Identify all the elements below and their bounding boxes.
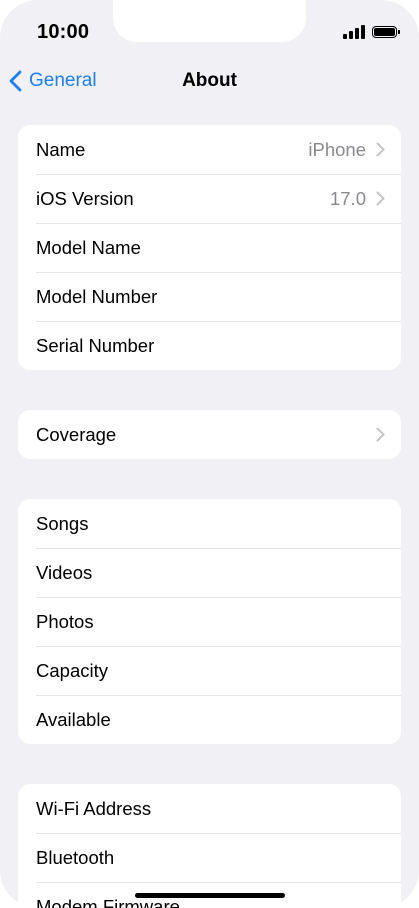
row-label: Model Name (36, 236, 141, 258)
navigation-bar: General About (0, 62, 419, 100)
row-label: Capacity (36, 659, 108, 681)
status-icons (343, 25, 400, 39)
status-time: 10:00 (37, 21, 90, 43)
row-label: Bluetooth (36, 846, 115, 868)
row-label: Photos (36, 610, 94, 632)
row-videos[interactable]: Videos (18, 548, 401, 597)
device-info-group: Name iPhone iOS Version 17.0 Model Name … (18, 125, 401, 370)
row-label: iOS Version (36, 187, 134, 209)
row-wifi-address[interactable]: Wi-Fi Address (18, 784, 401, 833)
chevron-right-icon (376, 142, 385, 157)
row-model-name[interactable]: Model Name (18, 223, 401, 272)
phone-screen: 10:00 General About Name iPhone iOS Vers… (0, 0, 419, 908)
row-photos[interactable]: Photos (18, 597, 401, 646)
row-label: Model Number (36, 285, 158, 307)
row-value: iPhone (308, 138, 366, 160)
row-label: Name (36, 138, 86, 160)
chevron-right-icon (376, 191, 385, 206)
row-bluetooth[interactable]: Bluetooth (18, 833, 401, 882)
row-label: Available (36, 708, 111, 730)
row-label: Songs (36, 512, 89, 534)
notch (113, 0, 306, 42)
row-serial-number[interactable]: Serial Number (18, 321, 401, 370)
coverage-group: Coverage (18, 410, 401, 459)
row-coverage[interactable]: Coverage (18, 410, 401, 459)
row-value: 17.0 (329, 187, 366, 209)
row-model-number[interactable]: Model Number (18, 272, 401, 321)
row-label: Videos (36, 561, 93, 583)
row-name[interactable]: Name iPhone (18, 125, 401, 174)
row-label: Wi-Fi Address (36, 797, 152, 819)
storage-group: Songs Videos Photos Capacity Available (18, 499, 401, 744)
row-ios-version[interactable]: iOS Version 17.0 (18, 174, 401, 223)
row-label: Coverage (36, 423, 117, 445)
home-indicator[interactable] (135, 893, 285, 898)
cellular-signal-icon (343, 25, 365, 39)
chevron-right-icon (376, 427, 385, 442)
network-group: Wi-Fi Address Bluetooth Modem Firmware (18, 784, 401, 908)
row-songs[interactable]: Songs (18, 499, 401, 548)
row-available[interactable]: Available (18, 695, 401, 744)
page-title: About (182, 70, 237, 91)
row-label: Serial Number (36, 334, 155, 356)
battery-icon (372, 26, 400, 38)
row-capacity[interactable]: Capacity (18, 646, 401, 695)
